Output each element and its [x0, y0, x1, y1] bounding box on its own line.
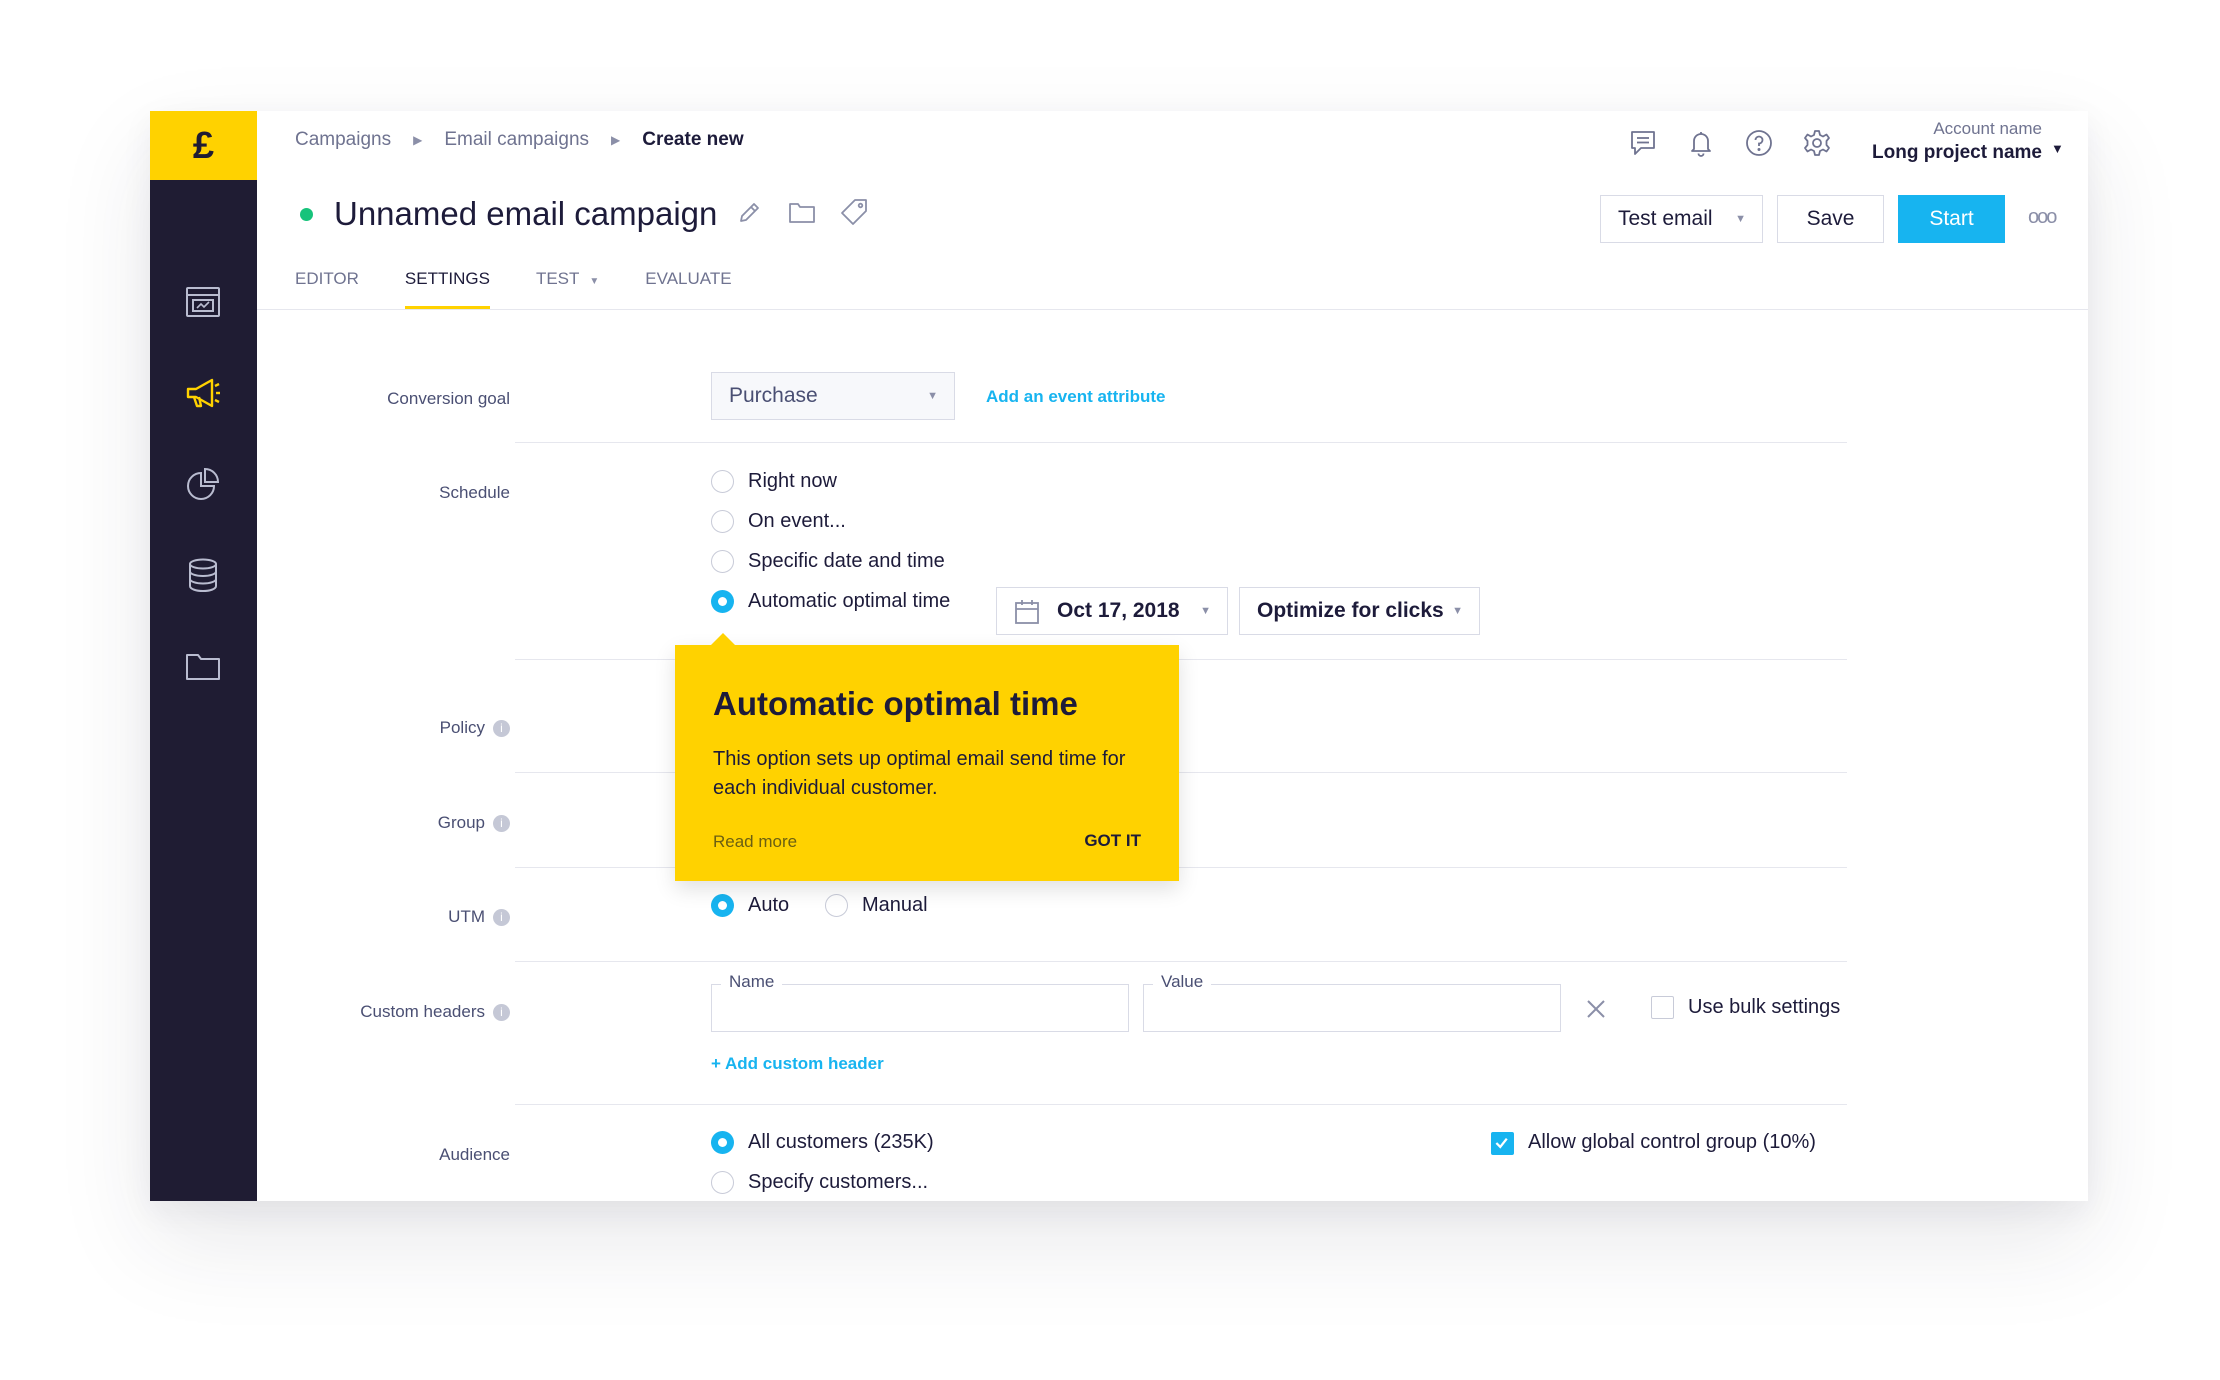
- campaign-title-row: Unnamed email campaign: [300, 195, 869, 233]
- optimize-select[interactable]: Optimize for clicks ▼: [1239, 587, 1480, 635]
- megaphone-icon[interactable]: [183, 373, 223, 413]
- project-name: Long project name: [1872, 142, 2042, 163]
- test-email-button[interactable]: Test email ▼: [1600, 195, 1763, 243]
- tab-evaluate[interactable]: EVALUATE: [645, 269, 731, 309]
- schedule-option-right-now[interactable]: Right now: [711, 470, 837, 493]
- chevron-down-icon: ▼: [1200, 605, 1211, 617]
- folder-icon[interactable]: [787, 197, 817, 232]
- conversion-goal-label: Conversion goal: [387, 389, 510, 408]
- schedule-date-picker[interactable]: Oct 17, 2018 ▼: [996, 587, 1228, 635]
- group-label: Group i: [310, 813, 510, 833]
- radio-button[interactable]: [711, 550, 734, 573]
- breadcrumb-current: Create new: [642, 129, 744, 150]
- radio-button-selected[interactable]: [711, 1131, 734, 1154]
- radio-button[interactable]: [711, 510, 734, 533]
- account-caret-icon[interactable]: ▼: [2051, 141, 2064, 156]
- save-button[interactable]: Save: [1777, 195, 1884, 243]
- schedule-option-specific-date[interactable]: Specific date and time: [711, 550, 945, 573]
- start-button[interactable]: Start: [1898, 195, 2005, 243]
- help-icon[interactable]: [1741, 125, 1777, 161]
- radio-button[interactable]: [825, 894, 848, 917]
- audience-option-all[interactable]: All customers (235K): [711, 1131, 934, 1154]
- audience-option-specify[interactable]: Specify customers...: [711, 1171, 928, 1194]
- calendar-icon: [1013, 598, 1041, 632]
- chat-icon[interactable]: [1625, 125, 1661, 161]
- radio-button[interactable]: [711, 1171, 734, 1194]
- use-bulk-settings-label: Use bulk settings: [1688, 996, 1841, 1018]
- utm-option-manual[interactable]: Manual: [825, 894, 928, 917]
- app-logo[interactable]: £: [150, 111, 257, 180]
- analytics-dashboard-icon[interactable]: [183, 282, 223, 322]
- add-event-attribute-link[interactable]: Add an event attribute: [986, 387, 1165, 407]
- schedule-label: Schedule: [439, 483, 510, 502]
- tooltip-read-more-link[interactable]: Read more: [713, 832, 797, 852]
- account-switcher[interactable]: Account name Long project name: [1872, 119, 2042, 164]
- tag-icon[interactable]: [839, 197, 869, 232]
- page-title: Unnamed email campaign: [334, 195, 718, 232]
- chevron-down-icon: ▼: [589, 276, 600, 287]
- use-bulk-settings-checkbox[interactable]: [1651, 996, 1674, 1019]
- tooltip-body: This option sets up optimal email send t…: [713, 748, 1126, 799]
- conversion-goal-value: Purchase: [729, 384, 818, 407]
- breadcrumb-separator-icon: ▶: [413, 133, 423, 147]
- edit-pencil-icon[interactable]: [735, 197, 765, 232]
- breadcrumb: Campaigns ▶ Email campaigns ▶ Create new: [295, 129, 744, 151]
- tab-bar: EDITOR SETTINGS TEST ▼ EVALUATE: [295, 269, 732, 309]
- folder-icon[interactable]: [183, 646, 223, 686]
- control-group-checkbox[interactable]: [1491, 1132, 1514, 1155]
- policy-label: Policy i: [310, 718, 510, 738]
- header-value-field[interactable]: Value: [1143, 972, 1561, 1032]
- breadcrumb-separator-icon: ▶: [611, 133, 621, 147]
- more-options-icon[interactable]: ooo: [2028, 206, 2057, 229]
- radio-button-selected[interactable]: [711, 894, 734, 917]
- bell-icon[interactable]: [1683, 125, 1719, 161]
- schedule-option-on-event[interactable]: On event...: [711, 510, 846, 533]
- control-group-label: Allow global control group (10%): [1528, 1131, 1816, 1153]
- breadcrumb-email-campaigns[interactable]: Email campaigns: [444, 129, 589, 151]
- tab-editor[interactable]: EDITOR: [295, 269, 359, 309]
- database-icon[interactable]: [183, 555, 223, 595]
- settings-gear-icon[interactable]: [1799, 125, 1835, 161]
- conversion-goal-select[interactable]: Purchase ▼: [711, 372, 955, 420]
- info-icon[interactable]: i: [493, 720, 510, 737]
- tab-settings[interactable]: SETTINGS: [404, 269, 490, 309]
- tooltip-title: Automatic optimal time: [713, 685, 1078, 722]
- header-name-field[interactable]: Name: [711, 972, 1129, 1032]
- tooltip-got-it-button[interactable]: GOT IT: [1084, 831, 1141, 851]
- optimize-value: Optimize for clicks: [1257, 599, 1444, 622]
- pie-chart-icon[interactable]: [183, 464, 223, 504]
- chevron-down-icon: ▼: [1452, 605, 1463, 617]
- radio-button[interactable]: [711, 470, 734, 493]
- utm-option-auto[interactable]: Auto: [711, 894, 789, 917]
- add-custom-header-link[interactable]: + Add custom header: [711, 1054, 884, 1074]
- chevron-down-icon: ▼: [1735, 213, 1746, 225]
- account-name: Account name: [1933, 119, 2042, 138]
- breadcrumb-campaigns[interactable]: Campaigns: [295, 129, 391, 151]
- sidebar: £: [150, 111, 257, 1201]
- app-window: £ Campaigns ▶ Email campaigns ▶ Create n…: [150, 111, 2088, 1201]
- schedule-date-value: Oct 17, 2018: [1057, 599, 1180, 622]
- utm-label: UTM i: [310, 907, 510, 927]
- audience-label: Audience: [439, 1145, 510, 1164]
- chevron-down-icon: ▼: [927, 390, 938, 402]
- header-name-label: Name: [721, 972, 783, 992]
- schedule-option-automatic-optimal[interactable]: Automatic optimal time: [711, 590, 950, 613]
- tabs-divider: [257, 309, 2088, 310]
- logo-mark: £: [192, 124, 215, 167]
- test-email-label: Test email: [1618, 207, 1713, 230]
- status-dot: [300, 207, 313, 221]
- info-icon[interactable]: i: [493, 815, 510, 832]
- radio-button-selected[interactable]: [711, 590, 734, 613]
- info-icon[interactable]: i: [493, 909, 510, 926]
- close-icon[interactable]: [1584, 997, 1608, 1021]
- onboarding-tooltip: Automatic optimal time This option sets …: [675, 633, 1179, 881]
- divider: [515, 961, 1847, 962]
- tab-test[interactable]: TEST ▼: [536, 269, 599, 309]
- divider: [515, 1104, 1847, 1105]
- divider: [515, 442, 1847, 443]
- header-actions: [1625, 125, 1835, 161]
- header-value-label: Value: [1153, 972, 1212, 992]
- custom-headers-label: Custom headers i: [310, 1002, 510, 1022]
- info-icon[interactable]: i: [493, 1004, 510, 1021]
